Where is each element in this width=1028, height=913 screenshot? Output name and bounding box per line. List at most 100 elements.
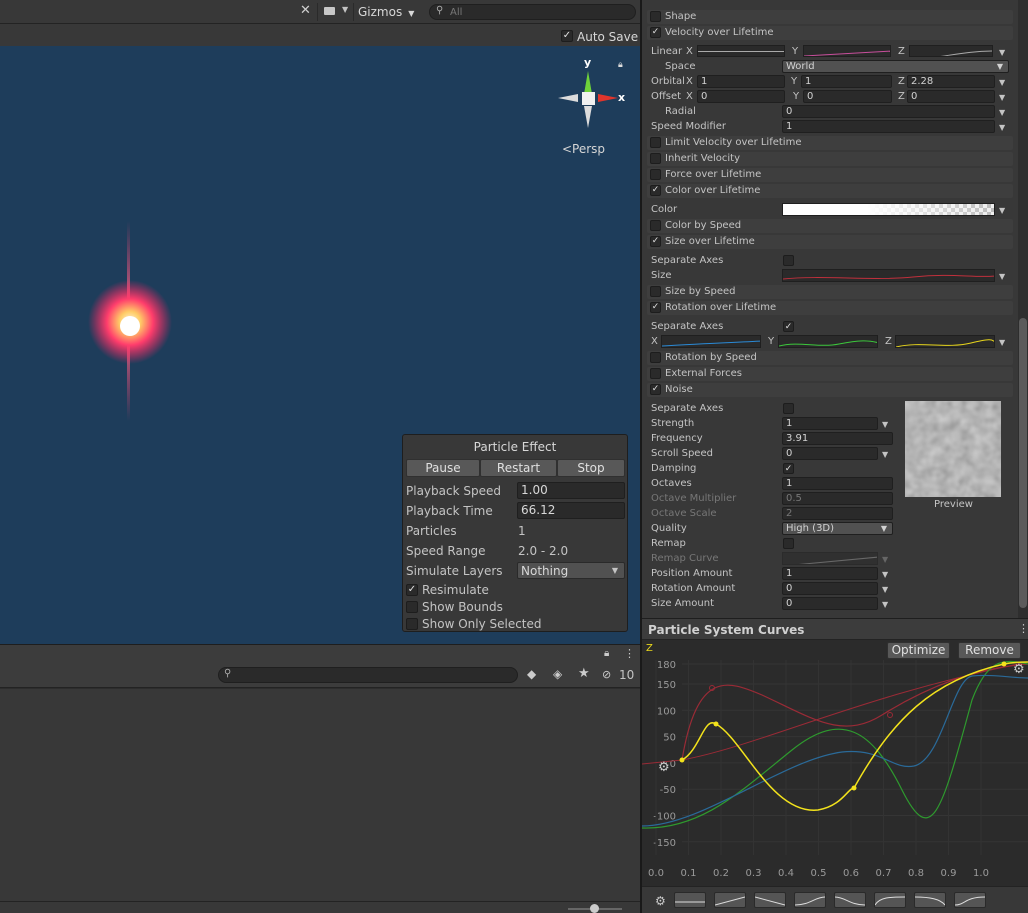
star-icon[interactable]: ★ [578, 666, 590, 681]
module-checkbox[interactable] [650, 11, 661, 22]
scroll-thumb[interactable] [1019, 318, 1027, 608]
playback-time-field[interactable]: 66.12 [517, 502, 625, 519]
linear-x-curve[interactable] [697, 45, 785, 57]
chevron-down-icon[interactable]: ▼ [882, 570, 888, 579]
keyframe-point[interactable] [1001, 661, 1007, 667]
module-checkbox[interactable] [650, 153, 661, 164]
chevron-down-icon[interactable]: ▼ [999, 272, 1005, 281]
offset-z-field[interactable]: 0 [907, 90, 995, 103]
more-menu-icon[interactable]: ⋮ [1018, 622, 1028, 635]
position-amount-field[interactable]: 1 [782, 567, 878, 580]
damping-checkbox[interactable]: ✓ [783, 463, 794, 474]
scroll-speed-field[interactable]: 0 [782, 447, 878, 460]
octaves-field[interactable]: 1 [782, 477, 893, 490]
resimulate-checkbox[interactable]: ✓ [406, 584, 418, 596]
orbital-y-field[interactable]: 1 [801, 75, 892, 88]
preset-linear[interactable] [714, 892, 746, 908]
module-external-forces[interactable]: External Forces [647, 367, 1013, 381]
scene-search-input[interactable]: ⚲ All [429, 4, 636, 20]
size-separate-axes-checkbox[interactable] [783, 255, 794, 266]
lock-icon[interactable]: 🔒︎ [604, 648, 609, 659]
module-force[interactable]: Force over Lifetime [647, 168, 1013, 182]
offset-y-field[interactable]: 0 [803, 90, 892, 103]
module-rotation-lifetime[interactable]: ✓ Rotation over Lifetime [647, 301, 1013, 315]
module-size-speed[interactable]: Size by Speed [647, 285, 1013, 299]
show-bounds-checkbox[interactable] [406, 601, 418, 613]
color-gradient-field[interactable] [782, 203, 995, 216]
module-checkbox[interactable]: ✓ [650, 185, 661, 196]
preset-curve-b[interactable] [914, 892, 946, 908]
size-curve[interactable] [782, 269, 995, 282]
module-velocity[interactable]: ✓ Velocity over Lifetime [647, 26, 1013, 40]
preset-ease-in[interactable] [794, 892, 826, 908]
simulate-layers-dropdown[interactable]: Nothing ▼ [517, 562, 625, 579]
rotation-x-curve[interactable] [661, 335, 761, 348]
camera-button[interactable]: ▼ [320, 3, 354, 21]
chevron-down-icon[interactable]: ▼ [999, 123, 1005, 132]
orbital-x-field[interactable]: 1 [697, 75, 785, 88]
gear-icon[interactable]: ⚙ [658, 760, 670, 775]
gear-icon[interactable]: ⚙ [1013, 662, 1025, 677]
preset-ease-in-out[interactable] [834, 892, 866, 908]
module-checkbox[interactable]: ✓ [650, 27, 661, 38]
module-checkbox[interactable] [650, 169, 661, 180]
chevron-down-icon[interactable]: ▼ [882, 450, 888, 459]
hidden-eye-icon[interactable]: ⊘ [602, 668, 611, 681]
pause-button[interactable]: Pause [406, 459, 480, 477]
tools-button[interactable]: ✕ [296, 3, 318, 21]
module-checkbox[interactable]: ✓ [650, 236, 661, 247]
playback-speed-field[interactable]: 1.00 [517, 482, 625, 499]
remove-button[interactable]: Remove [958, 642, 1021, 659]
orientation-gizmo[interactable]: y x 🔒︎ <Persp [552, 56, 632, 166]
persp-label[interactable]: <Persp [562, 142, 605, 156]
linear-y-curve[interactable] [803, 45, 891, 57]
keyframe-point[interactable] [679, 757, 685, 763]
keyframe-point[interactable] [887, 712, 893, 718]
keyframe-point[interactable] [713, 721, 719, 727]
curve-graph[interactable]: 180150100500-50-100-1500.0 0.1 0.2 0.3 0.4 0.… [642, 640, 1028, 886]
strength-field[interactable]: 1 [782, 417, 878, 430]
module-checkbox[interactable] [650, 352, 661, 363]
speed-modifier-field[interactable]: 1 [782, 120, 995, 133]
module-rotation-speed[interactable]: Rotation by Speed [647, 351, 1013, 365]
preset-ease-out[interactable] [754, 892, 786, 908]
optimize-button[interactable]: Optimize [887, 642, 950, 659]
rotation-separate-axes-checkbox[interactable]: ✓ [783, 321, 794, 332]
curves-area[interactable]: 180 150 100 50 0 -50 -100 -150 0.0 0.1 0.2 0.3 0.4 0.… [642, 640, 1028, 886]
rotation-amount-field[interactable]: 0 [782, 582, 878, 595]
module-checkbox[interactable]: ✓ [650, 384, 661, 395]
chevron-down-icon[interactable]: ▼ [882, 600, 888, 609]
chevron-down-icon[interactable]: ▼ [999, 338, 1005, 347]
chevron-down-icon[interactable]: ▼ [999, 48, 1005, 57]
chevron-down-icon[interactable]: ▼ [882, 420, 888, 429]
curve-line[interactable] [681, 663, 1028, 761]
orbital-z-field[interactable]: 2.28 [907, 75, 995, 88]
tag-icon[interactable]: ◈ [553, 667, 562, 681]
space-dropdown[interactable]: World ▼ [782, 60, 1009, 73]
slider-handle[interactable] [590, 904, 599, 913]
restart-button[interactable]: Restart [480, 459, 557, 477]
show-only-selected-checkbox[interactable] [406, 618, 418, 630]
module-checkbox[interactable] [650, 286, 661, 297]
module-checkbox[interactable] [650, 220, 661, 231]
module-inherit-velocity[interactable]: Inherit Velocity [647, 152, 1013, 166]
linear-z-curve[interactable] [909, 45, 993, 57]
more-menu-icon[interactable]: ⋮ [624, 647, 635, 660]
settings-gear-icon[interactable]: ⚙ [655, 894, 666, 908]
preset-curve-c[interactable] [954, 892, 986, 908]
quality-dropdown[interactable]: High (3D) ▼ [782, 522, 893, 535]
noise-separate-axes-checkbox[interactable] [783, 403, 794, 414]
module-limit-velocity[interactable]: Limit Velocity over Lifetime [647, 136, 1013, 150]
keyframe-point[interactable] [851, 785, 857, 791]
module-checkbox[interactable] [650, 368, 661, 379]
preset-curve-a[interactable] [874, 892, 906, 908]
chevron-down-icon[interactable]: ▼ [999, 206, 1005, 215]
module-noise[interactable]: ✓ Noise [647, 383, 1013, 397]
size-amount-field[interactable]: 0 [782, 597, 878, 610]
module-color-lifetime[interactable]: ✓ Color over Lifetime [647, 184, 1013, 198]
stop-button[interactable]: Stop [557, 459, 625, 477]
zoom-slider[interactable] [568, 904, 622, 913]
chevron-down-icon[interactable]: ▼ [999, 108, 1005, 117]
module-checkbox[interactable] [650, 137, 661, 148]
scrollbar[interactable] [1018, 0, 1028, 618]
